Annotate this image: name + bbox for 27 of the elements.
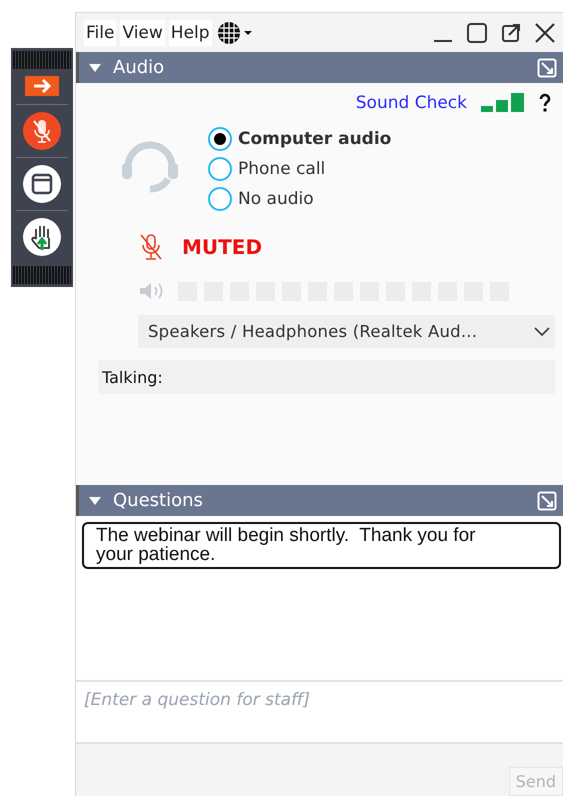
question-input[interactable]: [Enter a question for staff] xyxy=(76,680,563,744)
panel-header[interactable]: Questions xyxy=(76,485,563,516)
maximize-icon[interactable] xyxy=(465,20,489,44)
sound-check-link[interactable]: Sound Check xyxy=(356,93,467,113)
radio-option[interactable]: Phone call xyxy=(208,157,392,181)
panel-title: Audio xyxy=(113,57,166,78)
menu-item[interactable]: View xyxy=(120,20,165,46)
language-menu-icon[interactable] xyxy=(216,20,254,46)
grip-handle[interactable] xyxy=(13,51,71,69)
message-bubble: The webinar will begin shortly. Thank you for your patience. xyxy=(82,522,561,569)
speaker-dropdown[interactable]: Speakers / Headphones (Realtek Aud... xyxy=(138,315,555,348)
muted-status: MUTED xyxy=(182,235,262,259)
panel-title: Questions xyxy=(113,490,204,511)
grip-handle[interactable] xyxy=(13,266,71,284)
radio-option[interactable]: Computer audio xyxy=(208,127,392,151)
talking-label: Talking: xyxy=(102,368,163,386)
menu-item[interactable]: File xyxy=(84,20,116,46)
menu-item[interactable]: Help xyxy=(168,20,212,46)
signal-bars-icon xyxy=(481,93,525,113)
chevron-down-icon xyxy=(533,326,551,338)
radio-option[interactable]: No audio xyxy=(208,187,392,211)
microphone-muted-icon xyxy=(138,233,164,261)
undock-icon[interactable] xyxy=(537,58,557,78)
panel-header[interactable]: Audio xyxy=(76,52,563,83)
close-icon[interactable] xyxy=(533,20,557,44)
help-icon[interactable] xyxy=(539,93,551,113)
undock-icon[interactable] xyxy=(537,490,557,510)
